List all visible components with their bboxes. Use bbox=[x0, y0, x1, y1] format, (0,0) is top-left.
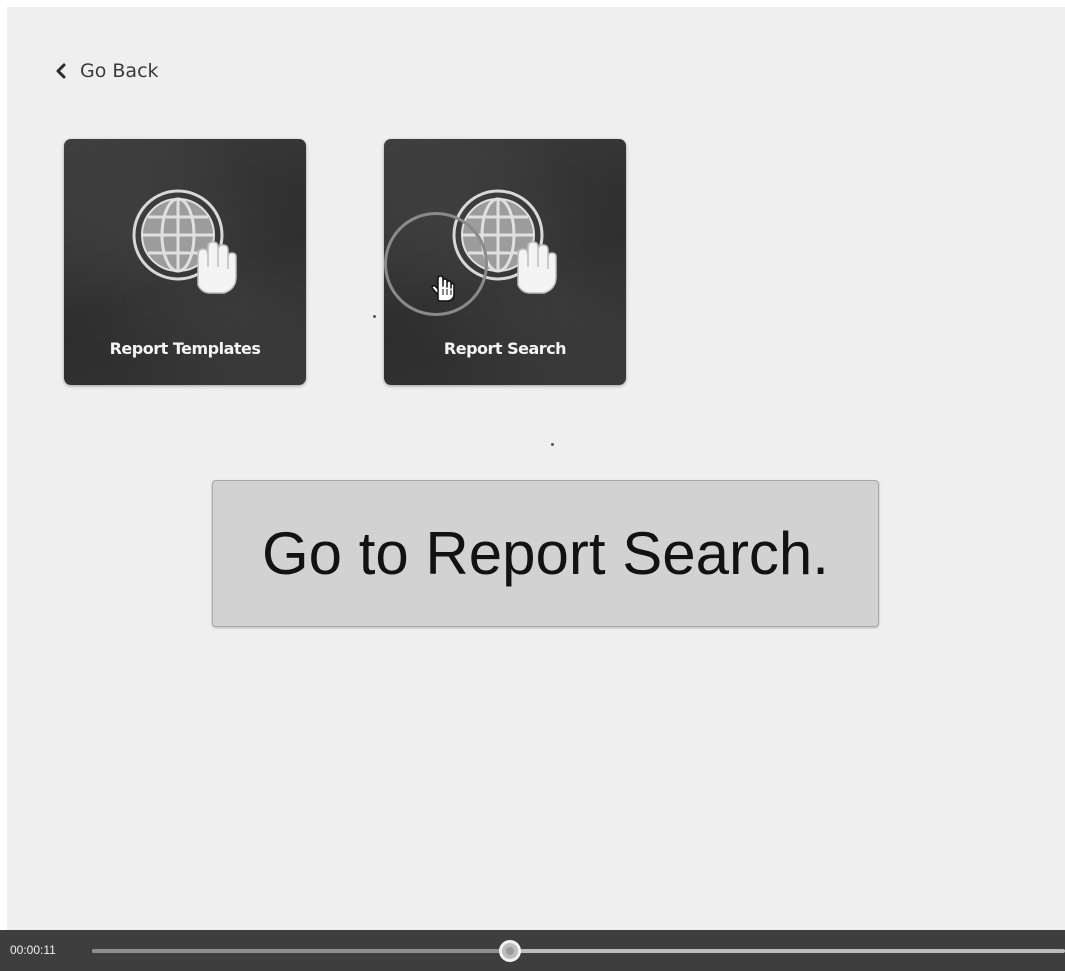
tile-label: Report Templates bbox=[109, 339, 261, 358]
artifact-dot bbox=[373, 315, 376, 318]
report-search-tile[interactable]: Report Search bbox=[384, 139, 626, 385]
app-frame: Go Back Report Templates Report Search G… bbox=[7, 7, 1065, 930]
playback-time: 00:00:11 bbox=[10, 943, 56, 957]
globe-hand-icon bbox=[132, 189, 237, 294]
seek-bar-played bbox=[92, 949, 511, 953]
report-templates-tile[interactable]: Report Templates bbox=[64, 139, 306, 385]
seek-handle[interactable] bbox=[499, 940, 522, 962]
instruction-caption: Go to Report Search. bbox=[212, 480, 879, 627]
tile-label: Report Search bbox=[443, 339, 567, 358]
chevron-left-icon bbox=[56, 63, 66, 79]
artifact-dot bbox=[551, 443, 554, 446]
go-back-label: Go Back bbox=[80, 60, 159, 82]
seek-bar[interactable] bbox=[92, 940, 1065, 962]
video-player-bar: 00:00:11 bbox=[0, 930, 1065, 971]
globe-hand-icon bbox=[452, 189, 557, 294]
go-back-link[interactable]: Go Back bbox=[54, 59, 159, 83]
caption-text: Go to Report Search. bbox=[262, 520, 829, 587]
